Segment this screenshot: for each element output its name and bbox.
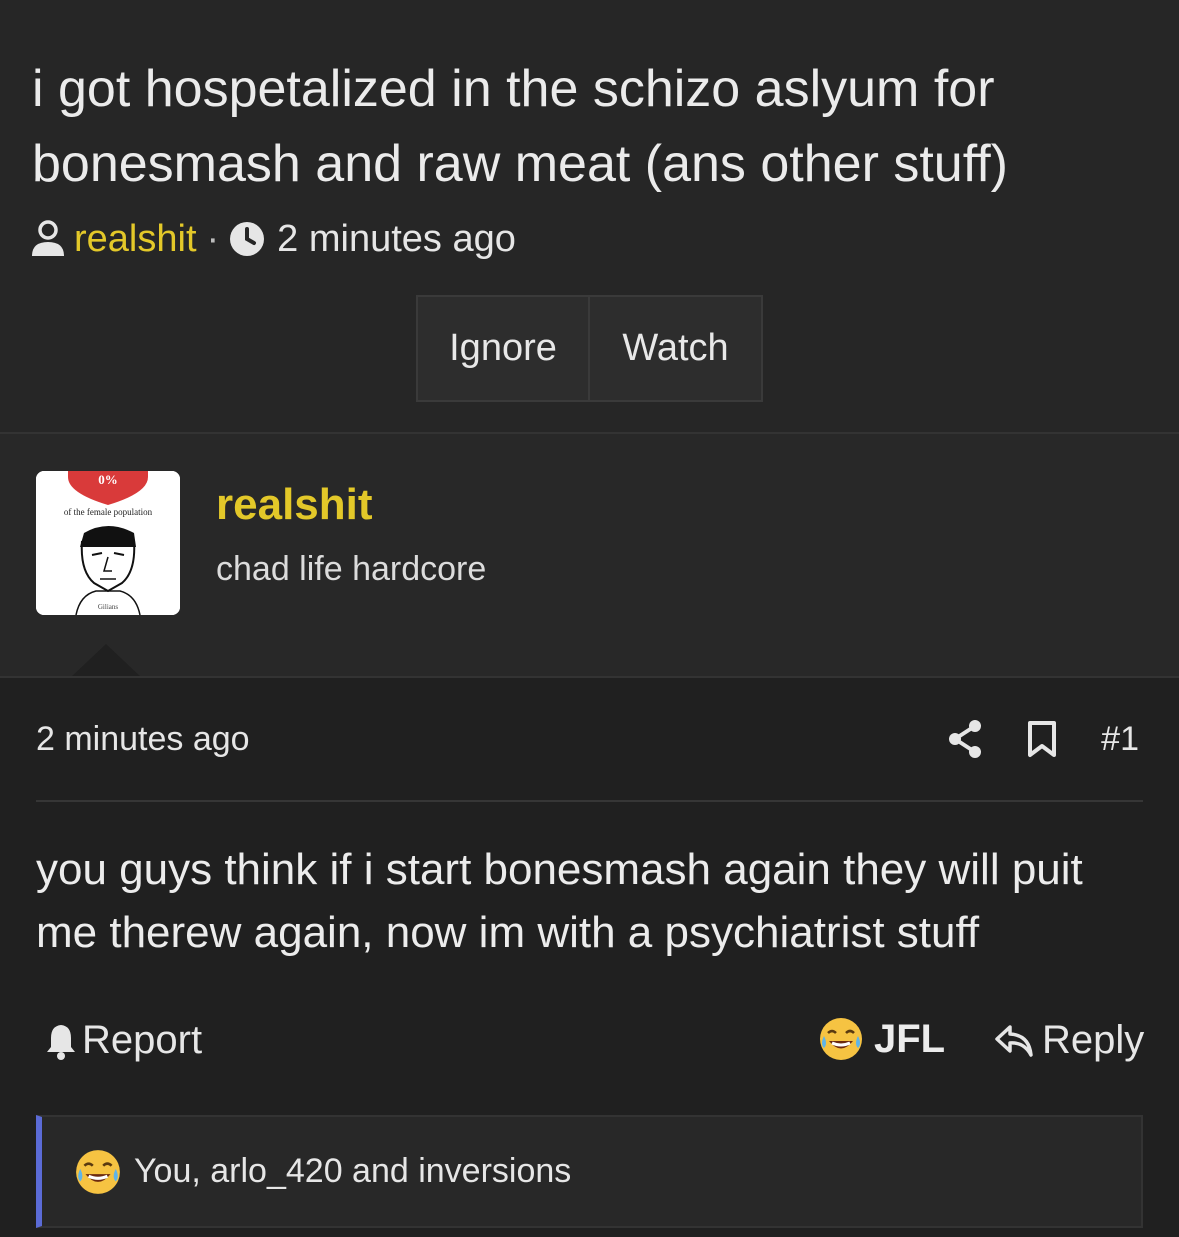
avatar[interactable]: 0% of the female population Gilians: [36, 471, 180, 615]
post-content: 2 minutes ago #1 you guys think if i sta…: [0, 676, 1179, 1237]
reply-label: Reply: [1042, 1018, 1145, 1062]
post-number-link[interactable]: #1: [1101, 720, 1139, 759]
bell-icon: [47, 1024, 75, 1060]
meta-separator: ·: [206, 217, 220, 260]
thread-meta: realshit · 2 minutes ago: [30, 214, 516, 264]
reply-button[interactable]: Reply: [994, 1018, 1144, 1063]
ignore-button[interactable]: Ignore: [418, 297, 590, 400]
reactions-text: You, arlo_420 and inversions: [134, 1152, 572, 1190]
post-pointer-arrow: [70, 644, 142, 678]
report-button[interactable]: Report: [44, 1018, 202, 1063]
post-body: you guys think if i start bonesmash agai…: [36, 845, 1083, 957]
post-time[interactable]: 2 minutes ago: [36, 720, 250, 759]
svg-text:Gilians: Gilians: [98, 603, 118, 611]
post-footer: Report JFL Reply: [0, 1012, 1179, 1072]
report-label: Report: [82, 1018, 203, 1062]
avatar-image: 0% of the female population Gilians: [36, 471, 180, 615]
post-user-block: 0% of the female population Gilians real…: [0, 434, 1179, 676]
crying-laughing-emoji-icon: [76, 1149, 120, 1194]
post-divider: [36, 800, 1143, 802]
thread-action-buttons: Ignore Watch: [416, 295, 763, 402]
svg-text:0%: 0%: [98, 472, 118, 487]
share-icon[interactable]: [947, 719, 983, 759]
post-username[interactable]: realshit: [216, 480, 373, 530]
user-icon: [32, 220, 64, 256]
reaction-label: JFL: [874, 1016, 946, 1061]
reaction-button[interactable]: JFL: [818, 1016, 945, 1062]
thread-time[interactable]: 2 minutes ago: [277, 218, 516, 261]
crying-laughing-emoji-icon: [820, 1018, 862, 1060]
watch-button[interactable]: Watch: [590, 297, 761, 400]
bookmark-icon[interactable]: [1027, 720, 1057, 758]
thread-title: i got hospetalized in the schizo aslyum …: [32, 60, 1008, 193]
thread-author-link[interactable]: realshit: [74, 218, 197, 261]
post-top-actions: #1: [947, 718, 1139, 760]
svg-text:of the female population: of the female population: [64, 507, 153, 517]
thread-header: i got hospetalized in the schizo aslyum …: [0, 0, 1179, 432]
reply-icon: [995, 1024, 1033, 1057]
clock-icon: [230, 222, 265, 256]
user-title: chad life hardcore: [216, 550, 487, 588]
reactions-summary[interactable]: You, arlo_420 and inversions: [36, 1115, 1143, 1228]
